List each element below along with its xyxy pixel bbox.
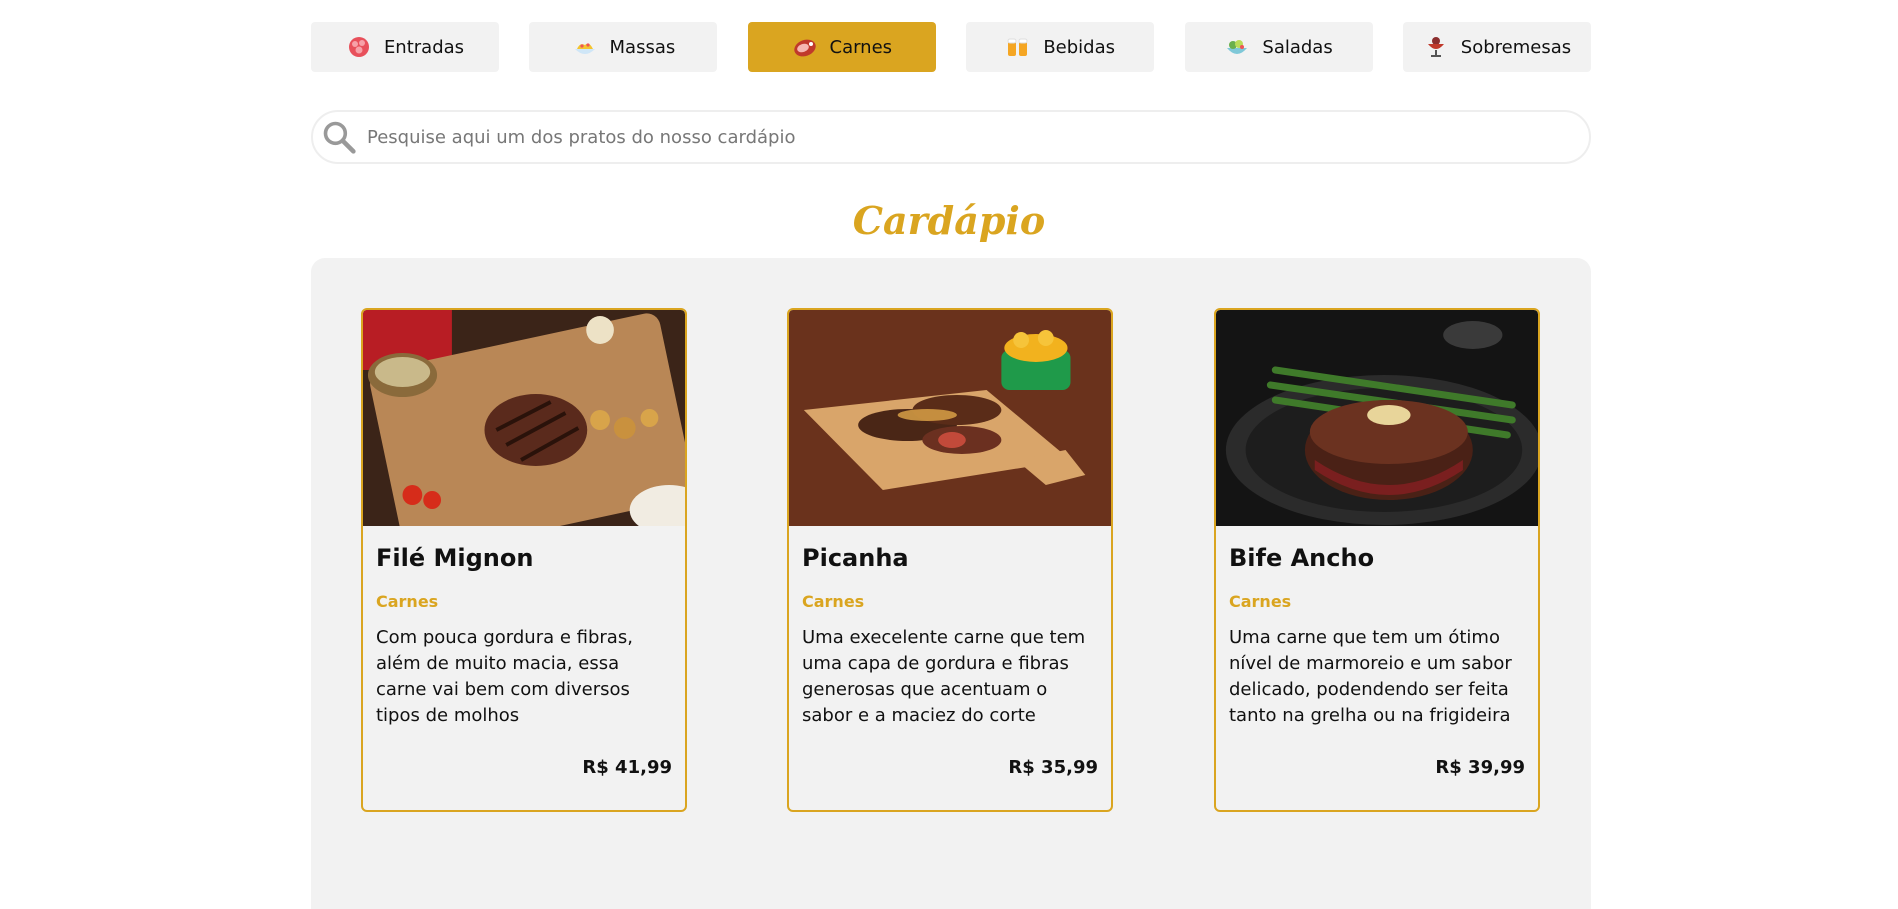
tab-label: Sobremesas: [1460, 36, 1572, 58]
drinks-icon: [1005, 34, 1031, 60]
tab-label: Saladas: [1262, 36, 1333, 58]
bife-ancho-photo: [1216, 310, 1538, 526]
dish-name: Filé Mignon: [376, 544, 534, 572]
tab-sobremesas[interactable]: Sobremesas: [1402, 22, 1591, 72]
dish-name: Bife Ancho: [1229, 544, 1375, 572]
dish-name: Picanha: [802, 544, 909, 572]
dish-description: Com pouca gordura e fibras, além de muit…: [376, 627, 633, 726]
dessert-icon: [1423, 34, 1449, 60]
tab-entradas[interactable]: Entradas: [311, 22, 499, 72]
tab-label: Entradas: [383, 36, 465, 58]
menu-card[interactable]: Bife Ancho Carnes Uma carne que tem um ó…: [1214, 308, 1540, 812]
dish-price: R$ 41,99: [582, 757, 672, 778]
pasta-icon: [572, 34, 598, 60]
dish-description: Uma carne que tem um ótimo nível de marm…: [1229, 627, 1512, 726]
tab-label: Massas: [609, 36, 676, 58]
menu-panel: Filé Mignon Carnes Com pouca gordura e f…: [311, 258, 1591, 909]
tab-carnes[interactable]: Carnes: [747, 22, 936, 72]
file-mignon-photo: [363, 310, 685, 526]
dish-price: R$ 39,99: [1435, 757, 1525, 778]
category-tabs: Entradas Massas Carnes Bebidas Saladas S…: [311, 22, 1591, 72]
tab-saladas[interactable]: Saladas: [1184, 22, 1373, 72]
search-input[interactable]: [359, 112, 1589, 162]
picanha-photo: [789, 310, 1111, 526]
meat-icon: [792, 34, 818, 60]
dish-category: Carnes: [802, 592, 865, 611]
page-title: Cardápio: [852, 198, 1046, 243]
tab-bebidas[interactable]: Bebidas: [966, 22, 1155, 72]
menu-card[interactable]: Picanha Carnes Uma execelente carne que …: [787, 308, 1113, 812]
dish-category: Carnes: [1229, 592, 1292, 611]
search-icon: [319, 117, 359, 157]
search-bar: [311, 110, 1591, 164]
tab-label: Bebidas: [1043, 36, 1116, 58]
dish-price: R$ 35,99: [1008, 757, 1098, 778]
tab-label: Carnes: [829, 36, 893, 58]
dish-description: Uma execelente carne que tem uma capa de…: [802, 627, 1086, 726]
salad-icon: [1224, 34, 1250, 60]
menu-card[interactable]: Filé Mignon Carnes Com pouca gordura e f…: [361, 308, 687, 812]
dish-category: Carnes: [376, 592, 439, 611]
appetizer-icon: [346, 34, 372, 60]
tab-massas[interactable]: Massas: [529, 22, 718, 72]
